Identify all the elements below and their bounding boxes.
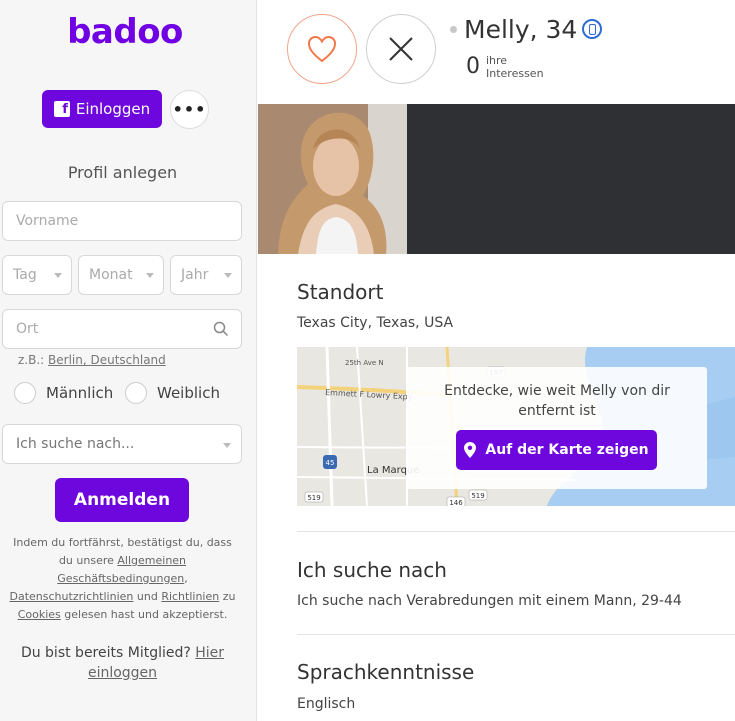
login-link[interactable]: Hier <box>195 645 224 661</box>
interests-count: 0 <box>466 54 480 79</box>
profile-photo-art <box>258 104 407 254</box>
legal-text: gelesen hast und akzeptierst. <box>60 608 228 621</box>
city-hint-prefix: z.B.: <box>18 353 45 367</box>
login-link[interactable]: einloggen <box>88 665 157 681</box>
terms-link[interactable]: Allgemeinen <box>117 554 186 567</box>
chevron-down-icon <box>223 443 231 448</box>
privacy-link[interactable]: Datenschutzrichtlinien <box>10 590 134 603</box>
show-on-map-button[interactable]: Auf der Karte zeigen <box>456 430 657 470</box>
legal-text: zu <box>219 590 236 603</box>
search-icon <box>213 321 229 337</box>
gender-female-label: Weiblich <box>157 384 220 402</box>
chevron-down-icon <box>54 273 62 278</box>
chevron-down-icon <box>146 273 154 278</box>
cookies-link[interactable]: Cookies <box>18 608 61 621</box>
already-member: Du bist bereits Mitglied? Hier einloggen <box>0 643 245 683</box>
terms-link[interactable]: Geschäftsbedingungen <box>57 572 184 585</box>
city-placeholder: Ort <box>16 321 39 337</box>
route-45-label: 45 <box>326 459 335 467</box>
route-519-label: 519 <box>307 494 320 502</box>
legal-line: Datenschutzrichtlinien und Richtlinien z… <box>0 588 245 606</box>
facebook-icon: f <box>53 101 70 117</box>
signup-sidebar: badoo f Einloggen ••• Profil anlegen Vor… <box>0 0 257 721</box>
profile-main: Melly, 34 0 ihre Interessen Standort Tex… <box>258 0 735 721</box>
city-input[interactable]: Ort <box>2 309 242 349</box>
verified-phone-icon[interactable] <box>582 19 602 39</box>
gender-female-option[interactable]: Weiblich <box>125 382 220 404</box>
radio-button[interactable] <box>125 382 147 404</box>
legal-text: und <box>133 590 162 603</box>
badoo-logo[interactable]: badoo <box>0 12 250 52</box>
birth-month-label: Monat <box>89 267 133 283</box>
birth-month-select[interactable]: Monat <box>78 255 164 295</box>
legal-text: , <box>184 572 188 585</box>
birth-day-select[interactable]: Tag <box>2 255 72 295</box>
looking-for-value: Ich suche nach Verabredungen mit einem M… <box>297 593 682 609</box>
pass-button[interactable] <box>366 14 436 84</box>
show-on-map-label: Auf der Karte zeigen <box>485 442 649 458</box>
signup-button[interactable]: Anmelden <box>55 478 189 522</box>
city-hint-example[interactable]: Berlin, Deutschland <box>48 353 166 367</box>
interests-label: ihre Interessen <box>486 54 544 80</box>
legal-notice: Indem du fortfährst, bestätigst du, dass… <box>0 534 245 624</box>
birth-year-select[interactable]: Jahr <box>170 255 242 295</box>
location-title: Standort <box>297 280 384 304</box>
looking-for-label: Ich suche nach... <box>16 436 135 452</box>
profile-photo[interactable] <box>258 104 407 254</box>
location-map[interactable]: 197 25th Ave N Emmett F Lowry Expy 45 La… <box>297 347 735 506</box>
more-options-button[interactable]: ••• <box>170 90 209 129</box>
heart-icon <box>307 35 337 63</box>
legal-line: Indem du fortfährst, bestätigst du, dass <box>13 536 232 549</box>
looking-for-select[interactable]: Ich suche nach... <box>2 424 242 464</box>
member-text: Du bist bereits Mitglied? <box>20 645 191 661</box>
gender-male-option[interactable]: Männlich <box>14 382 113 404</box>
legal-text: du unsere <box>58 554 118 567</box>
photo-strip <box>258 104 735 254</box>
profile-create-title: Profil anlegen <box>67 163 178 182</box>
map-overlay-line: Entdecke, wie weit Melly von dir <box>444 383 670 399</box>
legal-line: Geschäftsbedingungen, <box>0 570 245 588</box>
birth-year-label: Jahr <box>181 267 209 283</box>
birth-day-label: Tag <box>13 267 37 283</box>
section-divider <box>297 634 735 635</box>
interests-label-line: ihre <box>486 54 508 67</box>
map-road-label: 25th Ave N <box>345 359 384 367</box>
map-pin-icon <box>464 442 477 458</box>
location-value: Texas City, Texas, USA <box>297 315 454 331</box>
gender-male-label: Männlich <box>46 384 114 402</box>
like-button[interactable] <box>287 14 357 84</box>
route-146-label: 146 <box>449 499 463 506</box>
languages-title: Sprachkenntnisse <box>297 660 475 684</box>
interests-label-line: Interessen <box>486 67 544 80</box>
route-519-label: 519 <box>471 492 484 500</box>
first-name-input[interactable]: Vorname <box>2 201 242 241</box>
close-icon <box>389 37 413 61</box>
city-hint: z.B.: Berlin, Deutschland <box>18 353 166 367</box>
online-status-dot <box>450 26 457 33</box>
section-divider <box>297 531 735 532</box>
facebook-login-button[interactable]: f Einloggen <box>42 90 162 128</box>
map-overlay-text: Entdecke, wie weit Melly von dir entfern… <box>407 381 707 421</box>
languages-value: Englisch <box>297 696 356 712</box>
map-overlay-card: Entdecke, wie weit Melly von dir entfern… <box>407 367 707 489</box>
map-overlay-line: entfernt ist <box>518 403 596 419</box>
guidelines-link[interactable]: Richtlinien <box>161 590 219 603</box>
profile-name-age: Melly, 34 <box>464 15 578 44</box>
member-line: einloggen <box>0 663 245 683</box>
facebook-login-label: Einloggen <box>75 100 151 118</box>
looking-for-title: Ich suche nach <box>297 558 447 582</box>
chevron-down-icon <box>224 273 232 278</box>
member-line: Du bist bereits Mitglied? Hier <box>0 643 245 663</box>
legal-line: Cookies gelesen hast und akzeptierst. <box>0 606 245 624</box>
legal-line: du unsere Allgemeinen <box>0 552 245 570</box>
radio-button[interactable] <box>14 382 36 404</box>
